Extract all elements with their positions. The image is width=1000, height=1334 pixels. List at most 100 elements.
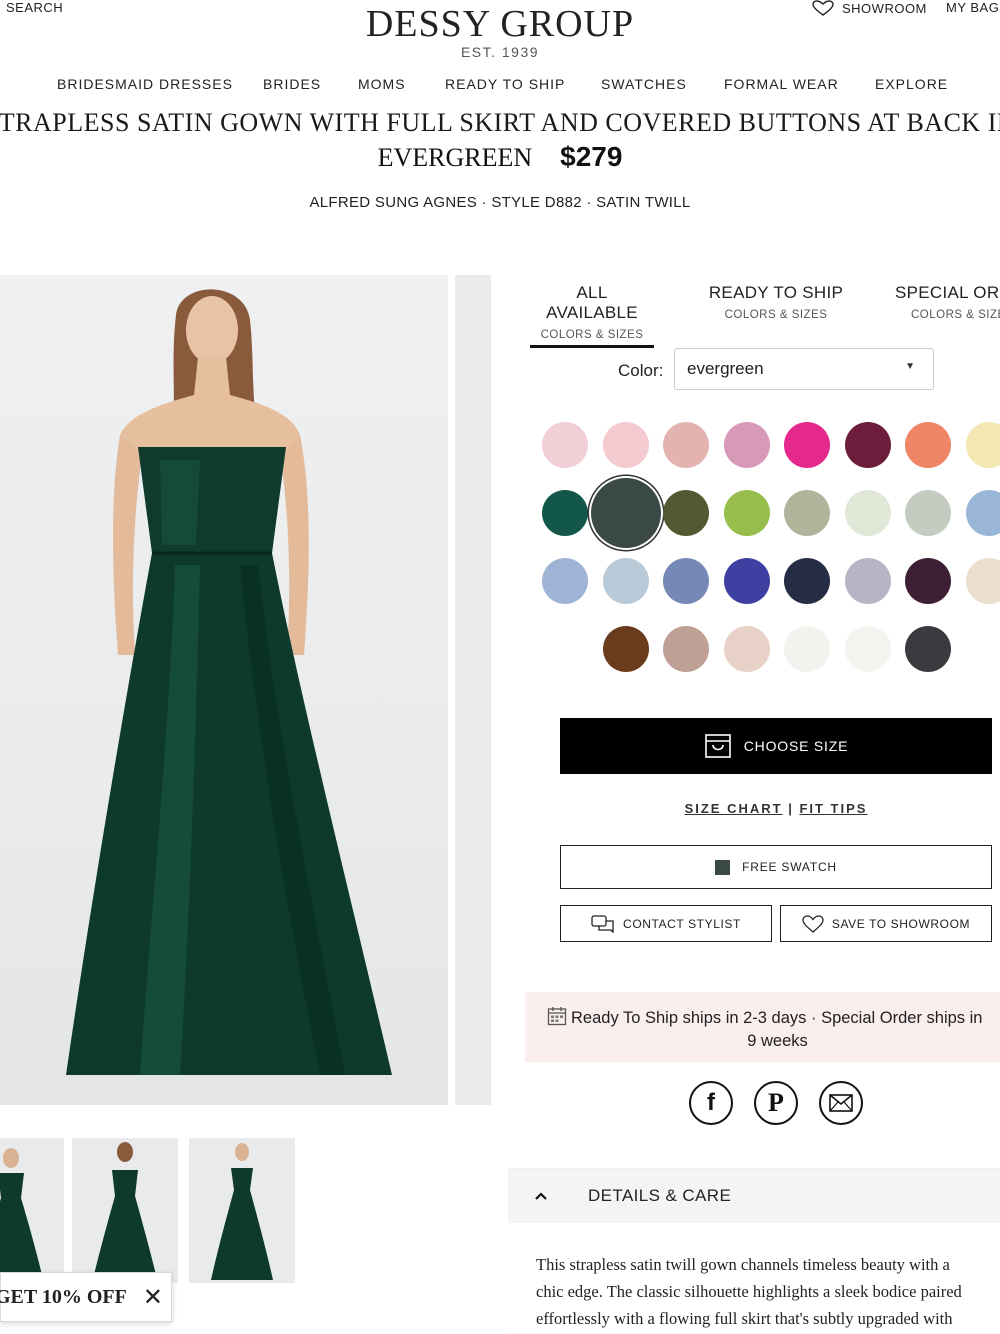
promo-label: GET 10% OFF — [0, 1286, 127, 1309]
facebook-share-button[interactable]: f — [689, 1081, 733, 1125]
model-in-dress-illustration — [0, 275, 448, 1105]
color-swatch[interactable] — [542, 558, 588, 604]
tab-all-available-sub: COLORS & SIZES — [530, 329, 654, 341]
shipping-notice-line2: 9 weeks — [525, 1032, 1000, 1051]
save-to-showroom-label: SAVE TO SHOWROOM — [832, 917, 970, 931]
color-swatch[interactable] — [663, 422, 709, 468]
thumbnail-back[interactable] — [72, 1138, 178, 1283]
color-swatch[interactable] — [905, 422, 951, 468]
nav-ready-to-ship[interactable]: READY TO SHIP — [445, 76, 565, 92]
shopping-bag-icon — [704, 733, 732, 759]
fit-tips-link[interactable]: FIT TIPS — [799, 801, 867, 816]
color-swatch[interactable] — [966, 558, 1000, 604]
contact-stylist-button[interactable]: CONTACT STYLIST — [560, 905, 772, 942]
color-swatch[interactable] — [905, 626, 951, 672]
size-links: SIZE CHART | FIT TIPS — [0, 801, 1000, 816]
main-nav: BRIDESMAID DRESSES BRIDES MOMS READY TO … — [0, 76, 1000, 96]
link-divider: | — [788, 801, 799, 816]
thumbnail-front[interactable] — [0, 1138, 64, 1283]
color-swatch[interactable] — [724, 558, 770, 604]
next-image-preview[interactable] — [455, 275, 491, 1105]
heart-icon — [802, 915, 824, 933]
color-swatch[interactable] — [603, 422, 649, 468]
product-subtitle: ALFRED SUNG AGNES · STYLE D882 · SATIN T… — [0, 194, 1000, 211]
color-select[interactable]: evergreen ▼ — [674, 348, 934, 390]
pinterest-share-button[interactable]: P — [754, 1081, 798, 1125]
product-main-image[interactable] — [0, 275, 448, 1105]
close-icon[interactable]: ✕ — [143, 1283, 163, 1312]
chevron-down-icon: ▼ — [905, 361, 915, 372]
color-swatch[interactable] — [784, 558, 830, 604]
color-swatch[interactable] — [663, 558, 709, 604]
nav-moms[interactable]: MOMS — [358, 76, 406, 92]
color-select-label: Color: — [618, 361, 663, 381]
facebook-icon: f — [707, 1089, 715, 1117]
save-to-showroom-button[interactable]: SAVE TO SHOWROOM — [780, 905, 992, 942]
thumbnail-full-length[interactable] — [189, 1138, 295, 1283]
tab-ready-to-ship-sub: COLORS & SIZES — [708, 309, 844, 321]
product-price: $279 — [560, 141, 622, 172]
my-bag-link[interactable]: MY BAG — [946, 0, 999, 15]
email-share-button[interactable] — [819, 1081, 863, 1125]
color-swatch[interactable] — [905, 558, 951, 604]
color-swatch-selected[interactable] — [591, 478, 661, 548]
showroom-label: SHOWROOM — [842, 1, 927, 16]
promo-banner[interactable]: GET 10% OFF ✕ — [0, 1272, 172, 1322]
showroom-link[interactable]: SHOWROOM — [812, 0, 927, 16]
color-swatch[interactable] — [542, 490, 588, 536]
details-care-heading: DETAILS & CARE — [588, 1186, 731, 1206]
color-swatch[interactable] — [603, 626, 649, 672]
tab-ready-to-ship[interactable]: READY TO SHIP COLORS & SIZES — [708, 283, 844, 321]
color-swatch[interactable] — [663, 490, 709, 536]
free-swatch-label: FREE SWATCH — [742, 860, 837, 874]
tab-ready-to-ship-label: READY TO SHIP — [708, 283, 844, 303]
color-swatch[interactable] — [845, 490, 891, 536]
shipping-notice: Ready To Ship ships in 2-3 days · Specia… — [525, 992, 1000, 1062]
details-care-header[interactable]: DETAILS & CARE — [508, 1169, 1000, 1223]
selected-swatch-chip — [715, 860, 730, 875]
color-swatch[interactable] — [603, 558, 649, 604]
color-swatch[interactable] — [724, 490, 770, 536]
color-swatch[interactable] — [663, 626, 709, 672]
color-swatch[interactable] — [724, 626, 770, 672]
color-select-value: evergreen — [687, 359, 764, 379]
calendar-icon — [547, 1006, 567, 1026]
established-tagline: EST. 1939 — [0, 44, 1000, 60]
nav-bridesmaid-dresses[interactable]: BRIDESMAID DRESSES — [57, 76, 233, 92]
tab-special-order[interactable]: SPECIAL ORDER COLORS & SIZES — [895, 283, 1000, 321]
color-swatch[interactable] — [784, 490, 830, 536]
tab-all-available-label: ALL AVAILABLE — [530, 283, 654, 323]
color-swatch[interactable] — [845, 422, 891, 468]
color-swatch[interactable] — [784, 422, 830, 468]
nav-formal-wear[interactable]: FORMAL WEAR — [724, 76, 839, 92]
tab-all-available[interactable]: ALL AVAILABLE COLORS & SIZES — [530, 283, 654, 348]
choose-size-label: CHOOSE SIZE — [744, 738, 848, 754]
nav-explore[interactable]: EXPLORE — [875, 76, 948, 92]
color-swatch[interactable] — [784, 626, 830, 672]
heart-icon — [812, 0, 834, 16]
product-title: STRAPLESS SATIN GOWN WITH FULL SKIRT AND… — [0, 106, 1000, 140]
color-swatch[interactable] — [905, 490, 951, 536]
color-swatch[interactable] — [845, 558, 891, 604]
pinterest-icon: P — [768, 1088, 784, 1118]
color-swatch[interactable] — [966, 422, 1000, 468]
contact-stylist-label: CONTACT STYLIST — [623, 917, 741, 931]
product-title-line2: EVERGREEN $279 — [0, 140, 1000, 175]
nav-swatches[interactable]: SWATCHES — [601, 76, 687, 92]
product-color-name: EVERGREEN — [378, 143, 533, 172]
color-swatch[interactable] — [845, 626, 891, 672]
choose-size-button[interactable]: CHOOSE SIZE — [560, 718, 992, 774]
color-swatch[interactable] — [966, 490, 1000, 536]
tab-special-order-label: SPECIAL ORDER — [895, 283, 1000, 303]
nav-brides[interactable]: BRIDES — [263, 76, 321, 92]
tab-active-underline — [530, 345, 654, 348]
details-text-line: This strapless satin twill gown channels… — [536, 1251, 962, 1278]
color-swatch[interactable] — [542, 422, 588, 468]
size-chart-link[interactable]: SIZE CHART — [685, 801, 783, 816]
shipping-notice-line1: Ready To Ship ships in 2-3 days · Specia… — [571, 1009, 983, 1027]
tab-special-order-sub: COLORS & SIZES — [911, 309, 1000, 321]
envelope-icon — [829, 1094, 853, 1112]
color-swatch[interactable] — [724, 422, 770, 468]
details-text-line: chic edge. The classic silhouette highli… — [536, 1278, 962, 1305]
free-swatch-button[interactable]: FREE SWATCH — [560, 845, 992, 889]
